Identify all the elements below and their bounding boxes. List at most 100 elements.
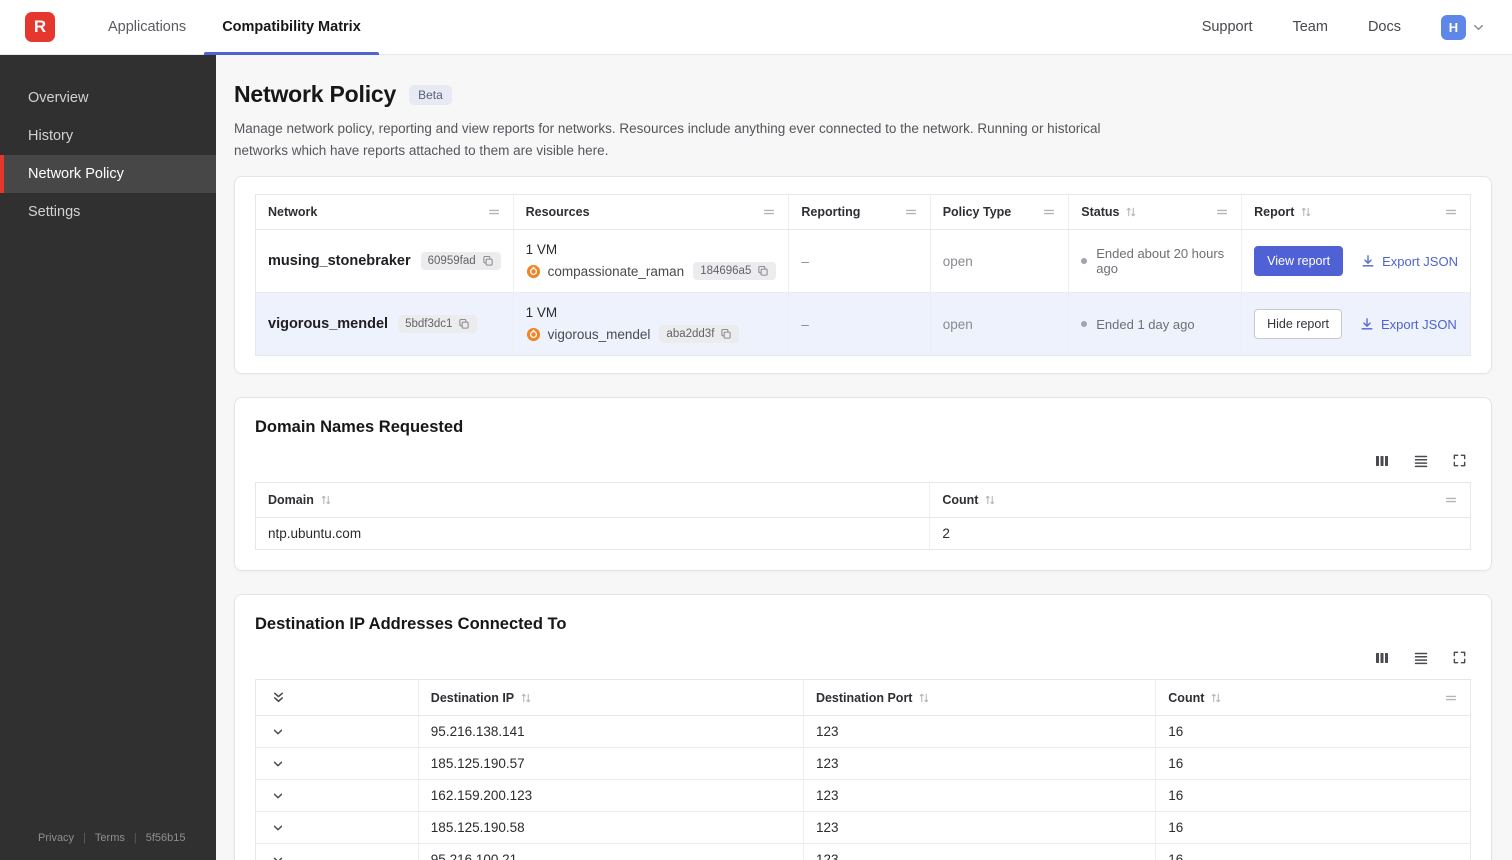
expand-row-icon[interactable] — [271, 725, 285, 739]
download-icon — [1360, 317, 1374, 331]
col-label: Resources — [525, 205, 590, 220]
destinations-toolbar — [255, 650, 1467, 666]
destination-row: 185.125.190.58 123 16 — [255, 811, 1471, 845]
resource-name[interactable]: vigorous_mendel — [548, 327, 651, 342]
main-content: Network Policy Beta Manage network polic… — [216, 55, 1512, 860]
user-menu[interactable]: H — [1441, 14, 1486, 40]
copy-icon[interactable] — [482, 255, 494, 267]
terms-link[interactable]: Terms — [95, 832, 125, 844]
expand-row-icon[interactable] — [271, 853, 285, 860]
destinations-header-row: Destination IP Destination Port Count — [255, 679, 1471, 717]
sort-icon[interactable] — [520, 692, 532, 704]
nav-team[interactable]: Team — [1292, 19, 1327, 35]
export-label: Export JSON — [1382, 253, 1458, 269]
network-id: 5bdf3dc1 — [405, 318, 453, 331]
sort-icon[interactable] — [1125, 206, 1137, 218]
expand-all-icon[interactable] — [271, 690, 286, 705]
view-report-button[interactable]: View report — [1254, 246, 1344, 277]
expand-row-icon[interactable] — [271, 789, 285, 803]
export-json-link[interactable]: Export JSON — [1361, 254, 1458, 269]
domains-table: Domain Count ntp.ubuntu.com 2 — [255, 482, 1471, 551]
copy-icon[interactable] — [757, 265, 769, 277]
columns-icon[interactable] — [1374, 453, 1390, 469]
col-label: Status — [1081, 205, 1120, 220]
sidebar-item-settings[interactable]: Settings — [0, 193, 216, 231]
resource-count: 1 VM — [525, 242, 558, 258]
column-menu-icon[interactable] — [1215, 205, 1229, 219]
resource-id-badge: 184696a5 — [693, 262, 777, 281]
avatar[interactable]: H — [1441, 14, 1466, 40]
beta-badge: Beta — [409, 84, 452, 105]
nav-applications[interactable]: Applications — [90, 0, 204, 54]
column-menu-icon[interactable] — [904, 205, 918, 219]
sidebar-item-network-policy[interactable]: Network Policy — [0, 155, 216, 193]
primary-nav: Applications Compatibility Matrix — [90, 0, 379, 55]
fullscreen-icon[interactable] — [1452, 650, 1467, 666]
network-row-selected: vigorous_mendel 5bdf3dc1 1 VM vigorous_m… — [255, 292, 1471, 356]
destination-port: 123 — [803, 843, 1157, 860]
copy-icon[interactable] — [458, 318, 470, 330]
resource-id: 184696a5 — [700, 265, 752, 278]
export-label: Export JSON — [1380, 316, 1457, 332]
copy-icon[interactable] — [720, 328, 732, 340]
hide-report-button[interactable]: Hide report — [1254, 309, 1342, 340]
col-domain: Domain — [255, 482, 931, 519]
nav-compatibility-matrix[interactable]: Compatibility Matrix — [204, 0, 379, 55]
column-menu-icon[interactable] — [762, 205, 776, 219]
columns-icon[interactable] — [1374, 650, 1390, 666]
sidebar-item-overview[interactable]: Overview — [0, 79, 216, 117]
nav-support[interactable]: Support — [1202, 19, 1253, 35]
row-density-icon[interactable] — [1413, 453, 1429, 469]
export-json-link[interactable]: Export JSON — [1360, 317, 1457, 332]
fullscreen-icon[interactable] — [1452, 453, 1467, 469]
network-id-badge: 5bdf3dc1 — [398, 315, 478, 334]
reporting-value: – — [788, 292, 931, 356]
page-description: Manage network policy, reporting and vie… — [234, 121, 1101, 158]
build-hash: 5f56b15 — [145, 832, 186, 844]
row-density-icon[interactable] — [1413, 650, 1429, 666]
sidebar: Overview History Network Policy Settings… — [0, 55, 216, 860]
resource-name[interactable]: compassionate_raman — [548, 264, 685, 279]
destination-ip: 95.216.138.141 — [418, 715, 804, 749]
column-menu-icon[interactable] — [1444, 691, 1458, 705]
sidebar-item-history[interactable]: History — [0, 117, 216, 155]
sort-icon[interactable] — [320, 494, 332, 506]
download-icon — [1361, 254, 1375, 268]
sort-icon[interactable] — [918, 692, 930, 704]
logo-letter: R — [33, 17, 47, 36]
destination-port: 123 — [803, 811, 1157, 845]
column-menu-icon[interactable] — [1444, 493, 1458, 507]
col-destination-port: Destination Port — [803, 679, 1157, 717]
col-label: Report — [1254, 205, 1295, 220]
sort-icon[interactable] — [1210, 692, 1222, 704]
sort-icon[interactable] — [1300, 206, 1312, 218]
top-navigation: R Applications Compatibility Matrix Supp… — [0, 0, 1512, 55]
column-menu-icon[interactable] — [1042, 205, 1056, 219]
expand-row-icon[interactable] — [271, 821, 285, 835]
column-menu-icon[interactable] — [1444, 205, 1458, 219]
destinations-table: Destination IP Destination Port Count 95… — [255, 679, 1471, 860]
app-logo[interactable]: R — [25, 12, 55, 42]
destination-count: 16 — [1155, 811, 1471, 845]
domain-row: ntp.ubuntu.com 2 — [255, 517, 1471, 550]
networks-table: Network Resources Reporting Policy Type … — [255, 194, 1471, 357]
column-menu-icon[interactable] — [487, 205, 501, 219]
col-label: Reporting — [801, 205, 861, 220]
privacy-link[interactable]: Privacy — [38, 832, 74, 844]
networks-header-row: Network Resources Reporting Policy Type … — [255, 194, 1471, 231]
destinations-title: Destination IP Addresses Connected To — [255, 615, 567, 634]
domain-value: ntp.ubuntu.com — [255, 517, 931, 550]
policy-type-value: open — [930, 229, 1070, 294]
vm-icon — [526, 264, 541, 279]
network-name: musing_stonebraker — [268, 253, 411, 270]
col-resources: Resources — [513, 194, 790, 231]
domain-count: 2 — [942, 526, 950, 542]
nav-docs[interactable]: Docs — [1368, 19, 1401, 35]
expand-row-icon[interactable] — [271, 757, 285, 771]
col-label: Domain — [268, 493, 314, 508]
divider: | — [133, 832, 137, 844]
resource-id: aba2dd3f — [666, 328, 715, 341]
col-label: Count — [942, 493, 979, 508]
destination-port: 123 — [803, 779, 1157, 813]
sort-icon[interactable] — [984, 494, 996, 506]
